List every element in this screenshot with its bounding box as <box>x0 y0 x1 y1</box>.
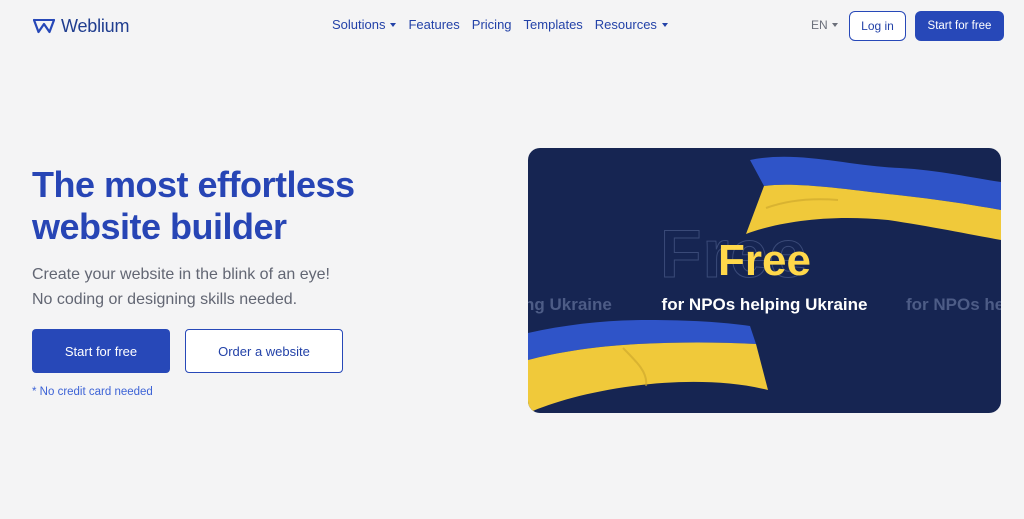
weblium-logo-icon <box>33 18 55 34</box>
hero-subtitle: Create your website in the blink of an e… <box>32 262 452 312</box>
nav-item-label: Pricing <box>471 17 512 32</box>
language-label: EN <box>811 18 828 32</box>
chevron-down-icon <box>831 23 838 27</box>
hero-subtitle-line: Create your website in the blink of an e… <box>32 266 330 283</box>
promo-tagline: for NPOs helping Ukraine <box>661 295 868 314</box>
brand-name: Weblium <box>61 15 130 36</box>
chevron-down-icon <box>390 22 397 27</box>
hero-title-line: The most effortless <box>32 164 355 205</box>
hero-title-line: website builder <box>32 206 287 247</box>
hero-title: The most effortless website builder <box>32 164 432 248</box>
nav-item-label: Features <box>408 17 460 32</box>
nav-item-label: Solutions <box>332 17 386 32</box>
nav-item-label: Templates <box>523 17 583 32</box>
login-button[interactable]: Log in <box>849 11 906 41</box>
nav-item-resources[interactable]: Resources <box>595 17 668 32</box>
nav-item-label: Resources <box>594 17 657 32</box>
start-for-free-nav-button[interactable]: Start for free <box>915 11 1004 41</box>
nav-item-features[interactable]: Features <box>408 17 459 32</box>
top-navbar: Weblium Solutions Features Pricing Templ… <box>0 0 1024 52</box>
main-nav: Solutions Features Pricing Templates Res… <box>332 17 668 32</box>
ukraine-promo-banner[interactable]: Free ng Ukraine for NPOs he Free for NPO… <box>528 148 1001 413</box>
nav-item-templates[interactable]: Templates <box>524 17 583 32</box>
nav-item-pricing[interactable]: Pricing <box>472 17 512 32</box>
language-selector[interactable]: EN <box>811 18 838 32</box>
brand-logo-link[interactable]: Weblium <box>33 15 129 37</box>
chevron-down-icon <box>661 22 668 27</box>
nav-item-solutions[interactable]: Solutions <box>332 17 397 32</box>
hero-subtitle-line: No coding or designing skills needed. <box>32 291 298 308</box>
start-for-free-button[interactable]: Start for free <box>32 329 170 373</box>
promo-headline: Free <box>718 236 811 285</box>
order-website-button[interactable]: Order a website <box>185 329 343 373</box>
no-credit-card-note: * No credit card needed <box>32 386 153 398</box>
